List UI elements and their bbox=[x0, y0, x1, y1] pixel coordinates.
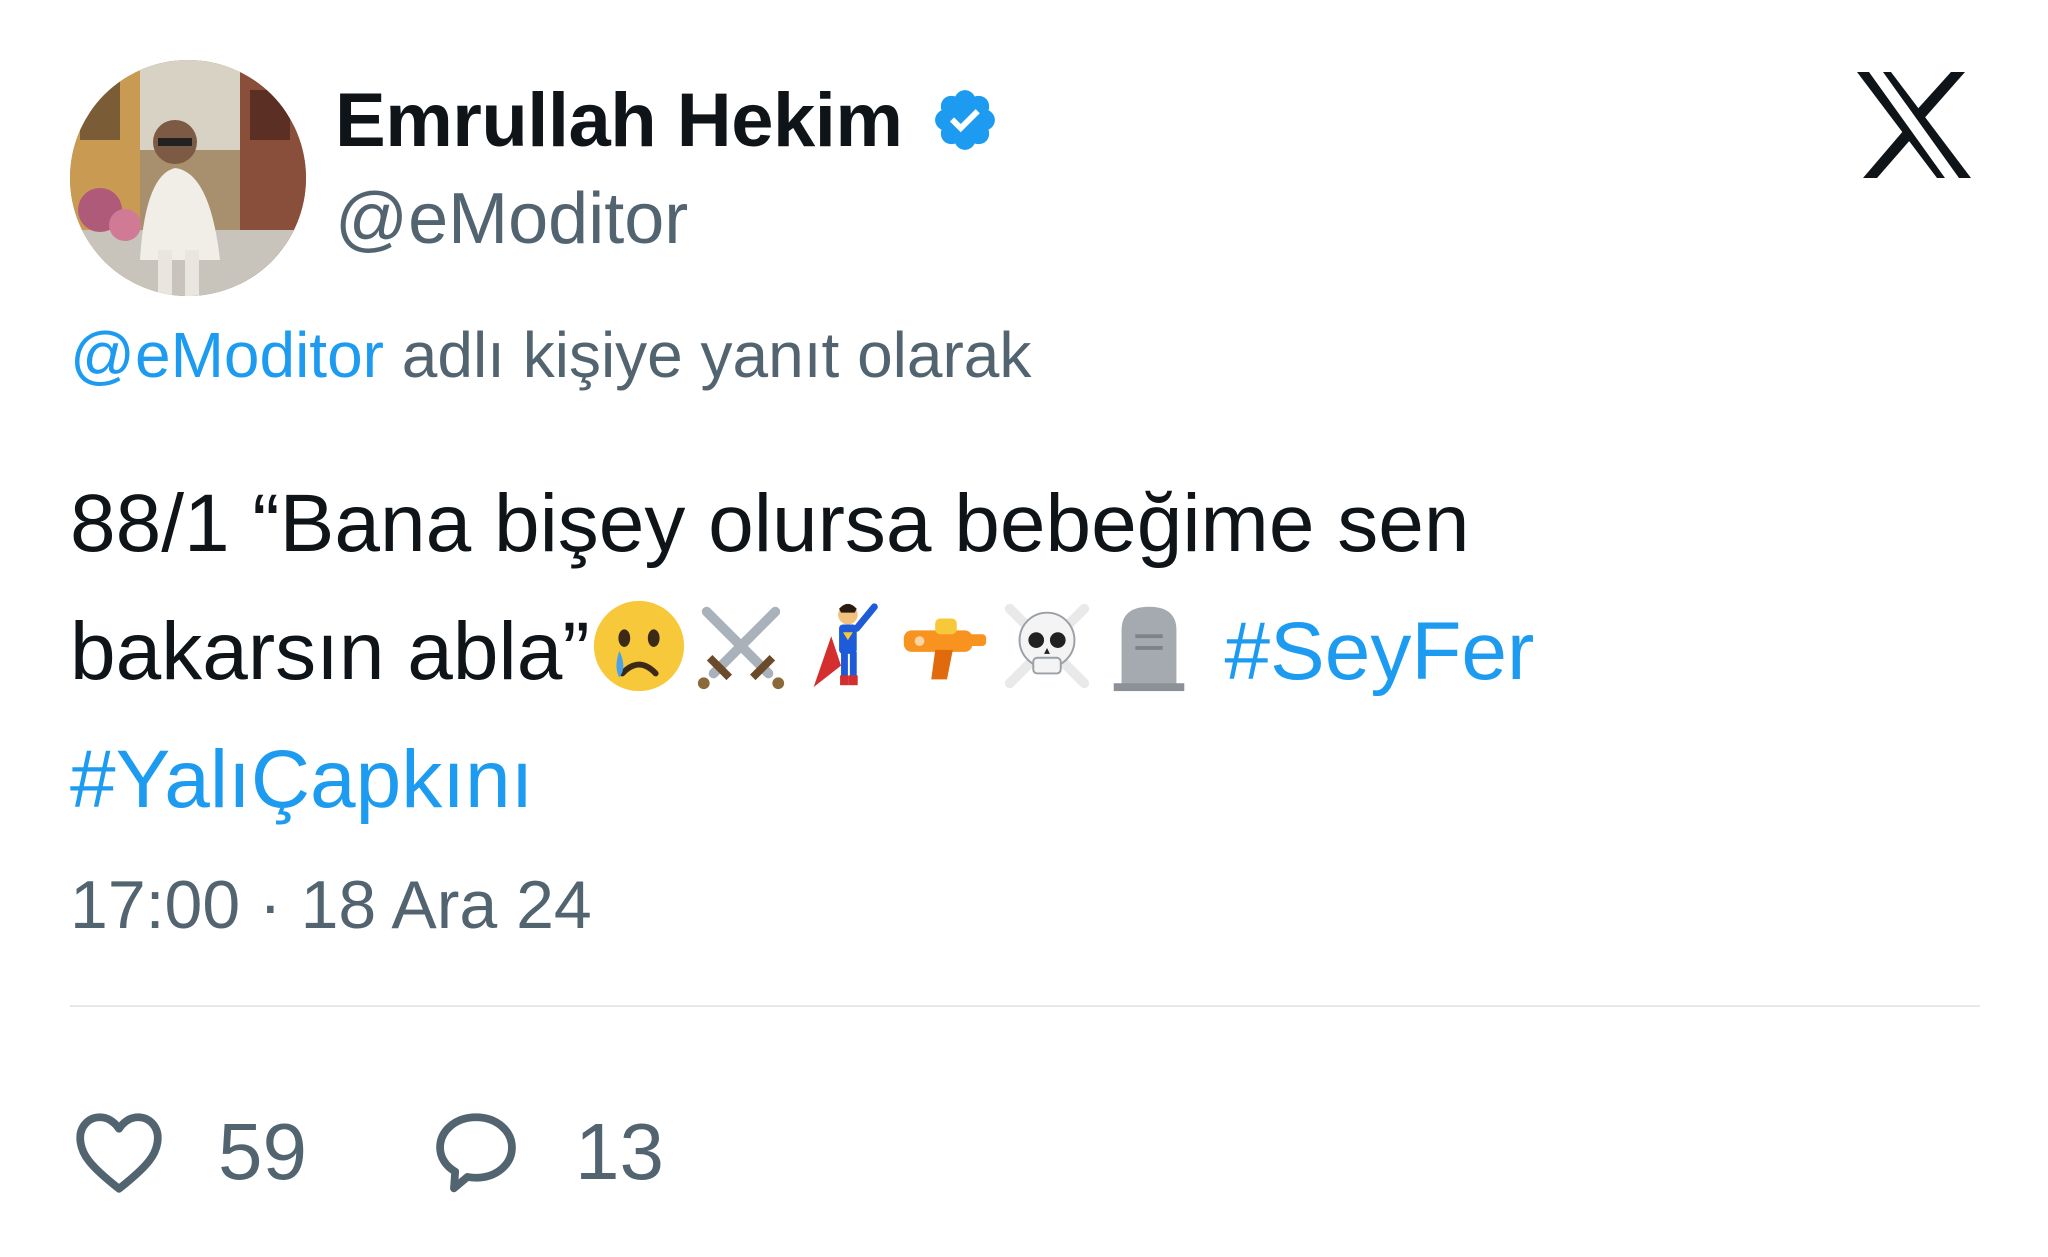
crossed-swords-icon bbox=[692, 597, 790, 695]
tweet-card: Emrullah Hekim @eModitor @eModitor adlı … bbox=[0, 0, 2048, 1257]
like-button[interactable]: 59 bbox=[70, 1103, 307, 1201]
reply-context-text: adlı kişiye yanıt olarak bbox=[383, 319, 1032, 391]
superhero-icon bbox=[794, 597, 892, 695]
speech-bubble-icon bbox=[436, 1113, 516, 1193]
reply-mention-link[interactable]: @eModitor bbox=[70, 319, 384, 391]
hashtag-link-seyfer[interactable]: #SeyFer bbox=[1224, 606, 1534, 697]
skull-and-crossbones-icon bbox=[998, 597, 1096, 695]
avatar[interactable] bbox=[70, 60, 306, 296]
display-name[interactable]: Emrullah Hekim bbox=[335, 77, 903, 164]
author-handle[interactable]: @eModitor bbox=[335, 178, 688, 260]
reply-context: @eModitor adlı kişiye yanıt olarak bbox=[70, 318, 1031, 392]
tweet-line-2: bakarsın abla” #SeyFer bbox=[70, 588, 1950, 716]
heart-icon bbox=[76, 1113, 162, 1193]
reply-count: 13 bbox=[574, 1107, 664, 1196]
water-pistol-icon bbox=[896, 597, 994, 695]
avatar-photo bbox=[70, 60, 306, 296]
tweet-timestamp[interactable]: 17:00 · 18 Ara 24 bbox=[70, 866, 592, 944]
tweet-body: 88/1 “Bana bişey olursa bebeğime sen bak… bbox=[70, 460, 1950, 844]
tweet-line-3: #YalıÇapkını bbox=[70, 716, 1950, 844]
reply-button[interactable]: 13 bbox=[427, 1103, 664, 1201]
divider bbox=[70, 1005, 1980, 1007]
verified-badge-icon bbox=[935, 90, 996, 150]
action-bar: 59 13 bbox=[70, 1100, 784, 1204]
hashtag-link-yalicapkini[interactable]: #YalıÇapkını bbox=[70, 734, 533, 825]
like-count: 59 bbox=[218, 1107, 307, 1196]
tweet-line-1: 88/1 “Bana bişey olursa bebeğime sen bbox=[70, 478, 1470, 569]
headstone-icon bbox=[1100, 597, 1198, 695]
tweet-line-2-text: bakarsın abla” bbox=[70, 606, 590, 697]
x-logo-icon[interactable] bbox=[1855, 70, 1973, 180]
crying-face-icon bbox=[590, 597, 688, 695]
author-row: Emrullah Hekim bbox=[335, 72, 1000, 168]
